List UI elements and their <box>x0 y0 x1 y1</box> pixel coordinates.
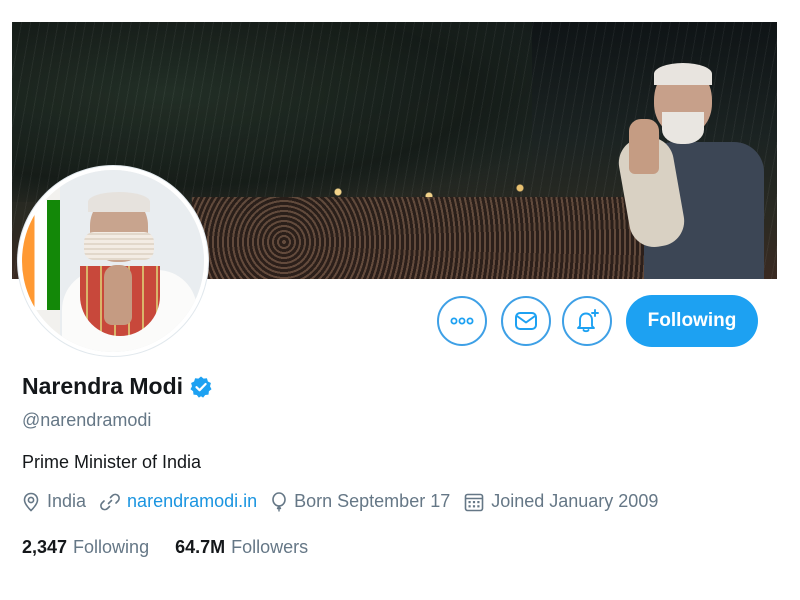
joined-text: Joined January 2009 <box>491 491 659 511</box>
birthday-item: Born September 17 <box>271 491 450 512</box>
profile-stats: 2,347 Following 64.7M Followers <box>22 537 334 558</box>
balloon-icon <box>272 491 286 511</box>
website-link[interactable]: narendramodi.in <box>127 491 257 512</box>
followers-label: Followers <box>231 537 309 557</box>
profile-meta: India narendramodi.in Born September 17 <box>22 491 672 512</box>
avatar-hair <box>88 192 150 212</box>
profile-avatar[interactable] <box>18 166 208 356</box>
envelope-icon <box>515 312 537 330</box>
link-icon <box>100 493 120 510</box>
location-item: India <box>22 491 86 512</box>
following-stat-link[interactable]: 2,347 Following <box>22 537 149 558</box>
followers-stat-link[interactable]: 64.7M Followers <box>175 537 308 558</box>
followers-count: 64.7M <box>175 537 226 557</box>
more-icon <box>450 317 474 325</box>
banner-person-beard <box>662 112 704 144</box>
banner-person <box>614 57 774 279</box>
avatar-hands <box>104 265 132 325</box>
name-row: Narendra Modi <box>22 373 213 400</box>
display-name: Narendra Modi <box>22 373 184 399</box>
verified-badge-icon <box>190 376 212 398</box>
following-label: Following <box>73 537 150 557</box>
joined-item: Joined January 2009 <box>464 491 658 512</box>
message-button[interactable] <box>501 296 551 346</box>
banner-person-hair <box>654 63 712 85</box>
banner-person-hands <box>629 119 659 174</box>
location-text: India <box>47 491 87 511</box>
following-count: 2,347 <box>22 537 68 557</box>
location-pin-icon <box>23 492 39 512</box>
following-button[interactable]: Following <box>626 295 758 347</box>
avatar-mask <box>84 232 154 260</box>
profile-bio: Prime Minister of India <box>22 452 202 472</box>
avatar-flag <box>22 200 60 310</box>
calendar-icon <box>464 493 484 511</box>
notifications-button[interactable] <box>562 296 612 346</box>
profile-card: Following Narendra Modi @narendramodi Pr… <box>0 0 800 600</box>
banner-crowd <box>192 197 652 279</box>
birthday-text: Born September 17 <box>294 491 451 511</box>
website-item: narendramodi.in <box>100 491 257 512</box>
more-options-button[interactable] <box>437 296 487 346</box>
bell-plus-icon <box>577 309 599 333</box>
user-handle: @narendramodi <box>22 410 152 430</box>
